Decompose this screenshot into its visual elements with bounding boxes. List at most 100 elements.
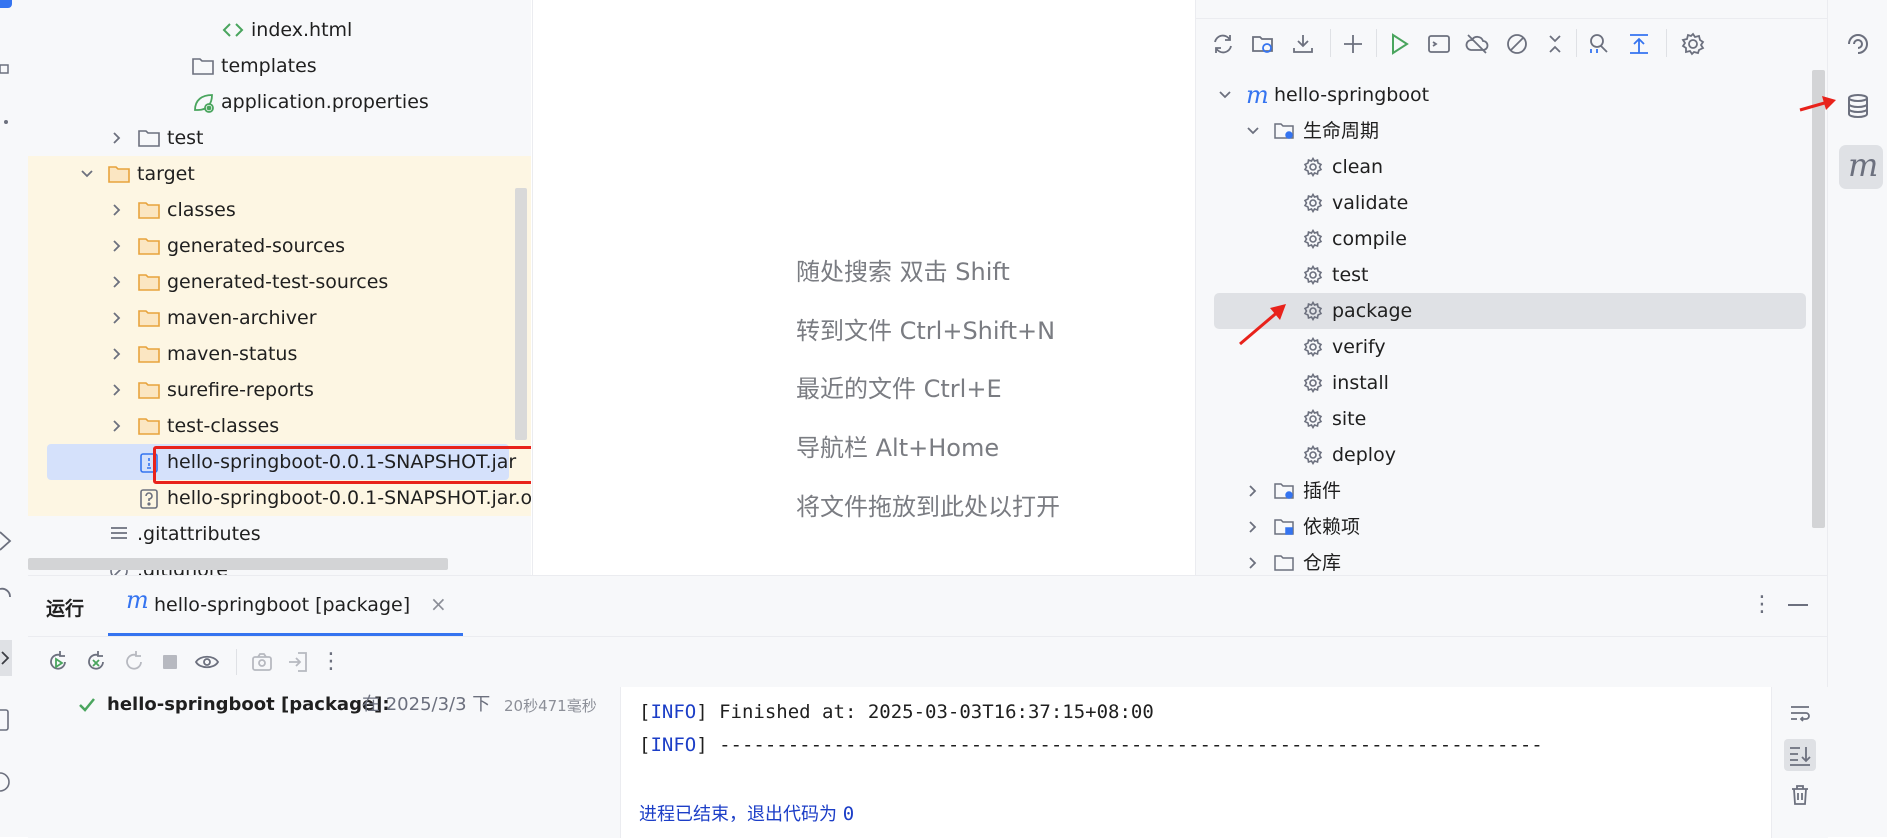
download-icon[interactable] [1290,31,1316,57]
tab-hello-springboot-package[interactable]: m hello-springboot [package] × [108,576,463,636]
chevron-right-icon[interactable] [1246,520,1260,534]
tab-label: hello-springboot [package] [154,594,411,616]
more-vertical-icon[interactable]: ⋮ [320,650,344,674]
tree-item[interactable]: surefire-reports [28,372,531,408]
tree-item[interactable]: application.properties [28,84,531,120]
plugins-row[interactable]: 插件 [1196,473,1828,509]
ai-assistant-icon[interactable] [1844,30,1872,58]
maven-goal-clean[interactable]: clean [1196,149,1828,185]
maven-goal-compile[interactable]: compile [1196,221,1828,257]
rerun-failed-icon[interactable] [84,650,108,674]
tree-item[interactable]: generated-sources [28,228,531,264]
close-icon[interactable]: × [430,592,447,616]
problems-icon[interactable] [0,708,12,732]
add-icon[interactable] [1340,31,1366,57]
collapse-all-icon[interactable] [1542,31,1568,57]
tree-item[interactable]: target [28,156,531,192]
run-maven-goal-icon[interactable] [1386,31,1412,57]
maven-tool-button[interactable]: m [1839,145,1883,189]
folder-icon [192,56,214,76]
chevron-right-icon[interactable] [110,131,124,145]
folder-excluded-icon [138,272,160,292]
right-tool-strip: m [1799,0,1887,837]
stop-icon[interactable] [158,650,182,674]
show-dependencies-icon[interactable] [1626,31,1652,57]
reload-folder-icon[interactable] [1250,31,1276,57]
gear-icon [1303,337,1323,357]
dependencies-row[interactable]: 依赖项 [1196,509,1828,545]
toolbar-divider [1576,29,1577,57]
maven-scrollbar[interactable] [1812,70,1825,528]
chevron-down-icon[interactable] [1218,88,1232,102]
console-output[interactable]: [INFO] Finished at: 2025-03-03T16:37:15+… [621,687,1771,838]
reload-icon[interactable] [1210,31,1236,57]
tree-item[interactable]: hello-springboot-0.0.1-SNAPSHOT.jar.orig [28,480,531,516]
tree-horizontal-scrollbar[interactable] [28,558,448,570]
scroll-to-end-button[interactable] [1784,739,1816,771]
soft-wrap-icon[interactable] [1788,701,1812,725]
minimize-icon[interactable] [1788,604,1808,606]
chevron-right-icon[interactable] [110,311,124,325]
tree-item[interactable]: .gitattributes [28,516,531,552]
skip-tests-icon[interactable] [1504,31,1530,57]
chevron-right-icon[interactable] [110,383,124,397]
chevron-right-icon[interactable] [110,419,124,433]
tree-item[interactable]: maven-status [28,336,531,372]
chevron-right-icon[interactable] [1246,484,1260,498]
hint-navigation-bar: 导航栏 Alt+Home [796,434,1000,462]
export-icon[interactable] [286,650,310,674]
console-line: [INFO] ---------------------------------… [639,734,1543,756]
console-text: Finished at: 2025-03-03T16:37:15+08:00 [707,701,1154,723]
chevron-right-icon[interactable] [110,203,124,217]
tree-item-label: target [137,163,195,185]
chevron-down-icon[interactable] [1246,124,1260,138]
execute-goal-icon[interactable] [1426,31,1452,57]
tree-item[interactable]: maven-archiver [28,300,531,336]
run-result-row[interactable]: hello-springboot [package]: 在 2025/3/3 下… [28,687,620,723]
tree-item[interactable]: index.html [28,12,531,48]
git-icon[interactable] [0,770,12,794]
structure-icon[interactable] [0,62,12,76]
tree-item-label: maven-archiver [167,307,317,329]
tree-item[interactable]: test [28,120,531,156]
tree-scrollbar[interactable] [515,188,527,440]
maven-goal-site[interactable]: site [1196,401,1828,437]
chevron-right-icon[interactable] [110,239,124,253]
trash-icon[interactable] [1788,783,1812,807]
maven-goal-deploy[interactable]: deploy [1196,437,1828,473]
offline-mode-icon[interactable] [1464,31,1490,57]
run-toolbar: ⋮ [28,637,1827,687]
tree-item[interactable]: generated-test-sources [28,264,531,300]
maven-goal-install[interactable]: install [1196,365,1828,401]
hint-go-to-file: 转到文件 Ctrl+Shift+N [796,317,1056,345]
database-icon[interactable] [1844,92,1872,120]
restart-icon[interactable] [122,650,146,674]
toolbar-divider [1330,29,1331,57]
chevron-right-icon[interactable] [110,275,124,289]
chevron-right-icon[interactable] [110,347,124,361]
maven-goal-validate[interactable]: validate [1196,185,1828,221]
chevron-down-icon[interactable] [80,167,94,181]
tree-item-label: test-classes [167,415,280,437]
services-icon[interactable] [0,530,12,552]
run-tool-icon[interactable] [0,640,12,676]
rerun-icon[interactable] [46,650,70,674]
tree-item[interactable]: test-classes [28,408,531,444]
tree-item[interactable]: classes [28,192,531,228]
chevron-right-icon[interactable] [1246,556,1260,570]
folder-excluded-icon [138,380,160,400]
project-tree: index.html templates application.propertie… [28,0,531,575]
lifecycle-row[interactable]: 生命周期 [1196,113,1828,149]
folder-excluded-icon [138,308,160,328]
more-options-icon[interactable]: ⋮ [1751,592,1773,617]
terminal-icon[interactable] [0,585,12,607]
maven-goal-test[interactable]: test [1196,257,1828,293]
analyze-dependencies-icon[interactable] [1586,31,1612,57]
maven-settings-icon[interactable] [1680,31,1706,57]
camera-icon[interactable] [250,650,274,674]
eye-icon[interactable] [194,650,220,674]
tree-item-label: surefire-reports [167,379,314,401]
maven-project-row[interactable]: m hello-springboot [1196,77,1828,113]
tree-item[interactable]: templates [28,48,531,84]
more-dots-icon[interactable] [0,116,12,128]
